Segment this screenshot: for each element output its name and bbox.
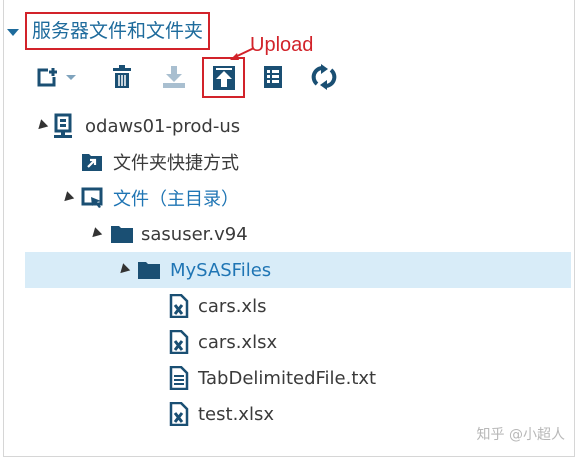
properties-button[interactable]	[261, 58, 285, 96]
delete-button[interactable]	[109, 58, 135, 96]
tree-node-label: MySASFiles	[170, 259, 272, 281]
expand-arrow-icon[interactable]	[60, 191, 75, 205]
excel-file-icon	[169, 330, 189, 354]
excel-file-icon	[169, 402, 189, 426]
tree-node-sasuser[interactable]: sasuser.v94	[25, 216, 571, 252]
folder-icon	[138, 262, 160, 279]
refresh-icon	[311, 64, 337, 90]
upload-button[interactable]	[202, 57, 245, 98]
tree-node-label: TabDelimitedFile.txt	[198, 367, 377, 389]
watermark: 知乎 @小超人	[476, 427, 565, 443]
expand-arrow-icon[interactable]	[116, 263, 131, 277]
tree-node-file[interactable]: cars.xlsx	[25, 324, 571, 360]
folder-icon	[111, 226, 133, 243]
tree-node-label: cars.xls	[198, 295, 267, 317]
tree-node-home[interactable]: 文件（主目录）	[25, 180, 571, 216]
tree-node-folder-shortcuts[interactable]: 文件夹快捷方式	[25, 144, 571, 180]
expand-arrow-icon[interactable]	[34, 119, 49, 133]
upload-annotation: Upload	[250, 34, 314, 56]
tree-node-label: sasuser.v94	[141, 223, 248, 245]
new-button[interactable]	[35, 58, 81, 96]
trash-icon	[113, 65, 131, 88]
properties-icon	[264, 66, 282, 88]
tree-node-label: cars.xlsx	[198, 331, 278, 353]
panel-header[interactable]: 服务器文件和文件夹	[7, 12, 211, 50]
folder-shortcut-icon	[82, 154, 102, 171]
new-dropdown-icon	[37, 67, 76, 87]
home-folder-icon	[81, 187, 103, 208]
tree-node-file[interactable]: cars.xls	[25, 288, 571, 324]
download-button[interactable]	[160, 58, 188, 96]
tree-node-label: 文件（主目录）	[113, 189, 239, 210]
text-file-icon	[169, 366, 189, 390]
server-icon	[54, 113, 72, 138]
excel-file-icon	[169, 294, 189, 318]
panel-title: 服务器文件和文件夹	[32, 19, 204, 42]
tree-node-mysasfiles[interactable]: MySASFiles	[25, 252, 571, 288]
tree-node-label: 文件夹快捷方式	[113, 153, 239, 174]
tree-node-label: odaws01-prod-us	[85, 115, 241, 137]
header-highlight-box: 服务器文件和文件夹	[25, 12, 211, 50]
refresh-button[interactable]	[310, 58, 338, 96]
download-icon	[163, 66, 185, 88]
tree-node-label: test.xlsx	[198, 403, 274, 425]
tree-node-server[interactable]: odaws01-prod-us	[25, 108, 571, 144]
collapse-triangle-icon[interactable]	[7, 28, 19, 36]
expand-arrow-icon[interactable]	[88, 227, 103, 241]
upload-icon	[212, 65, 235, 90]
tree-node-file[interactable]: TabDelimitedFile.txt	[25, 360, 571, 396]
